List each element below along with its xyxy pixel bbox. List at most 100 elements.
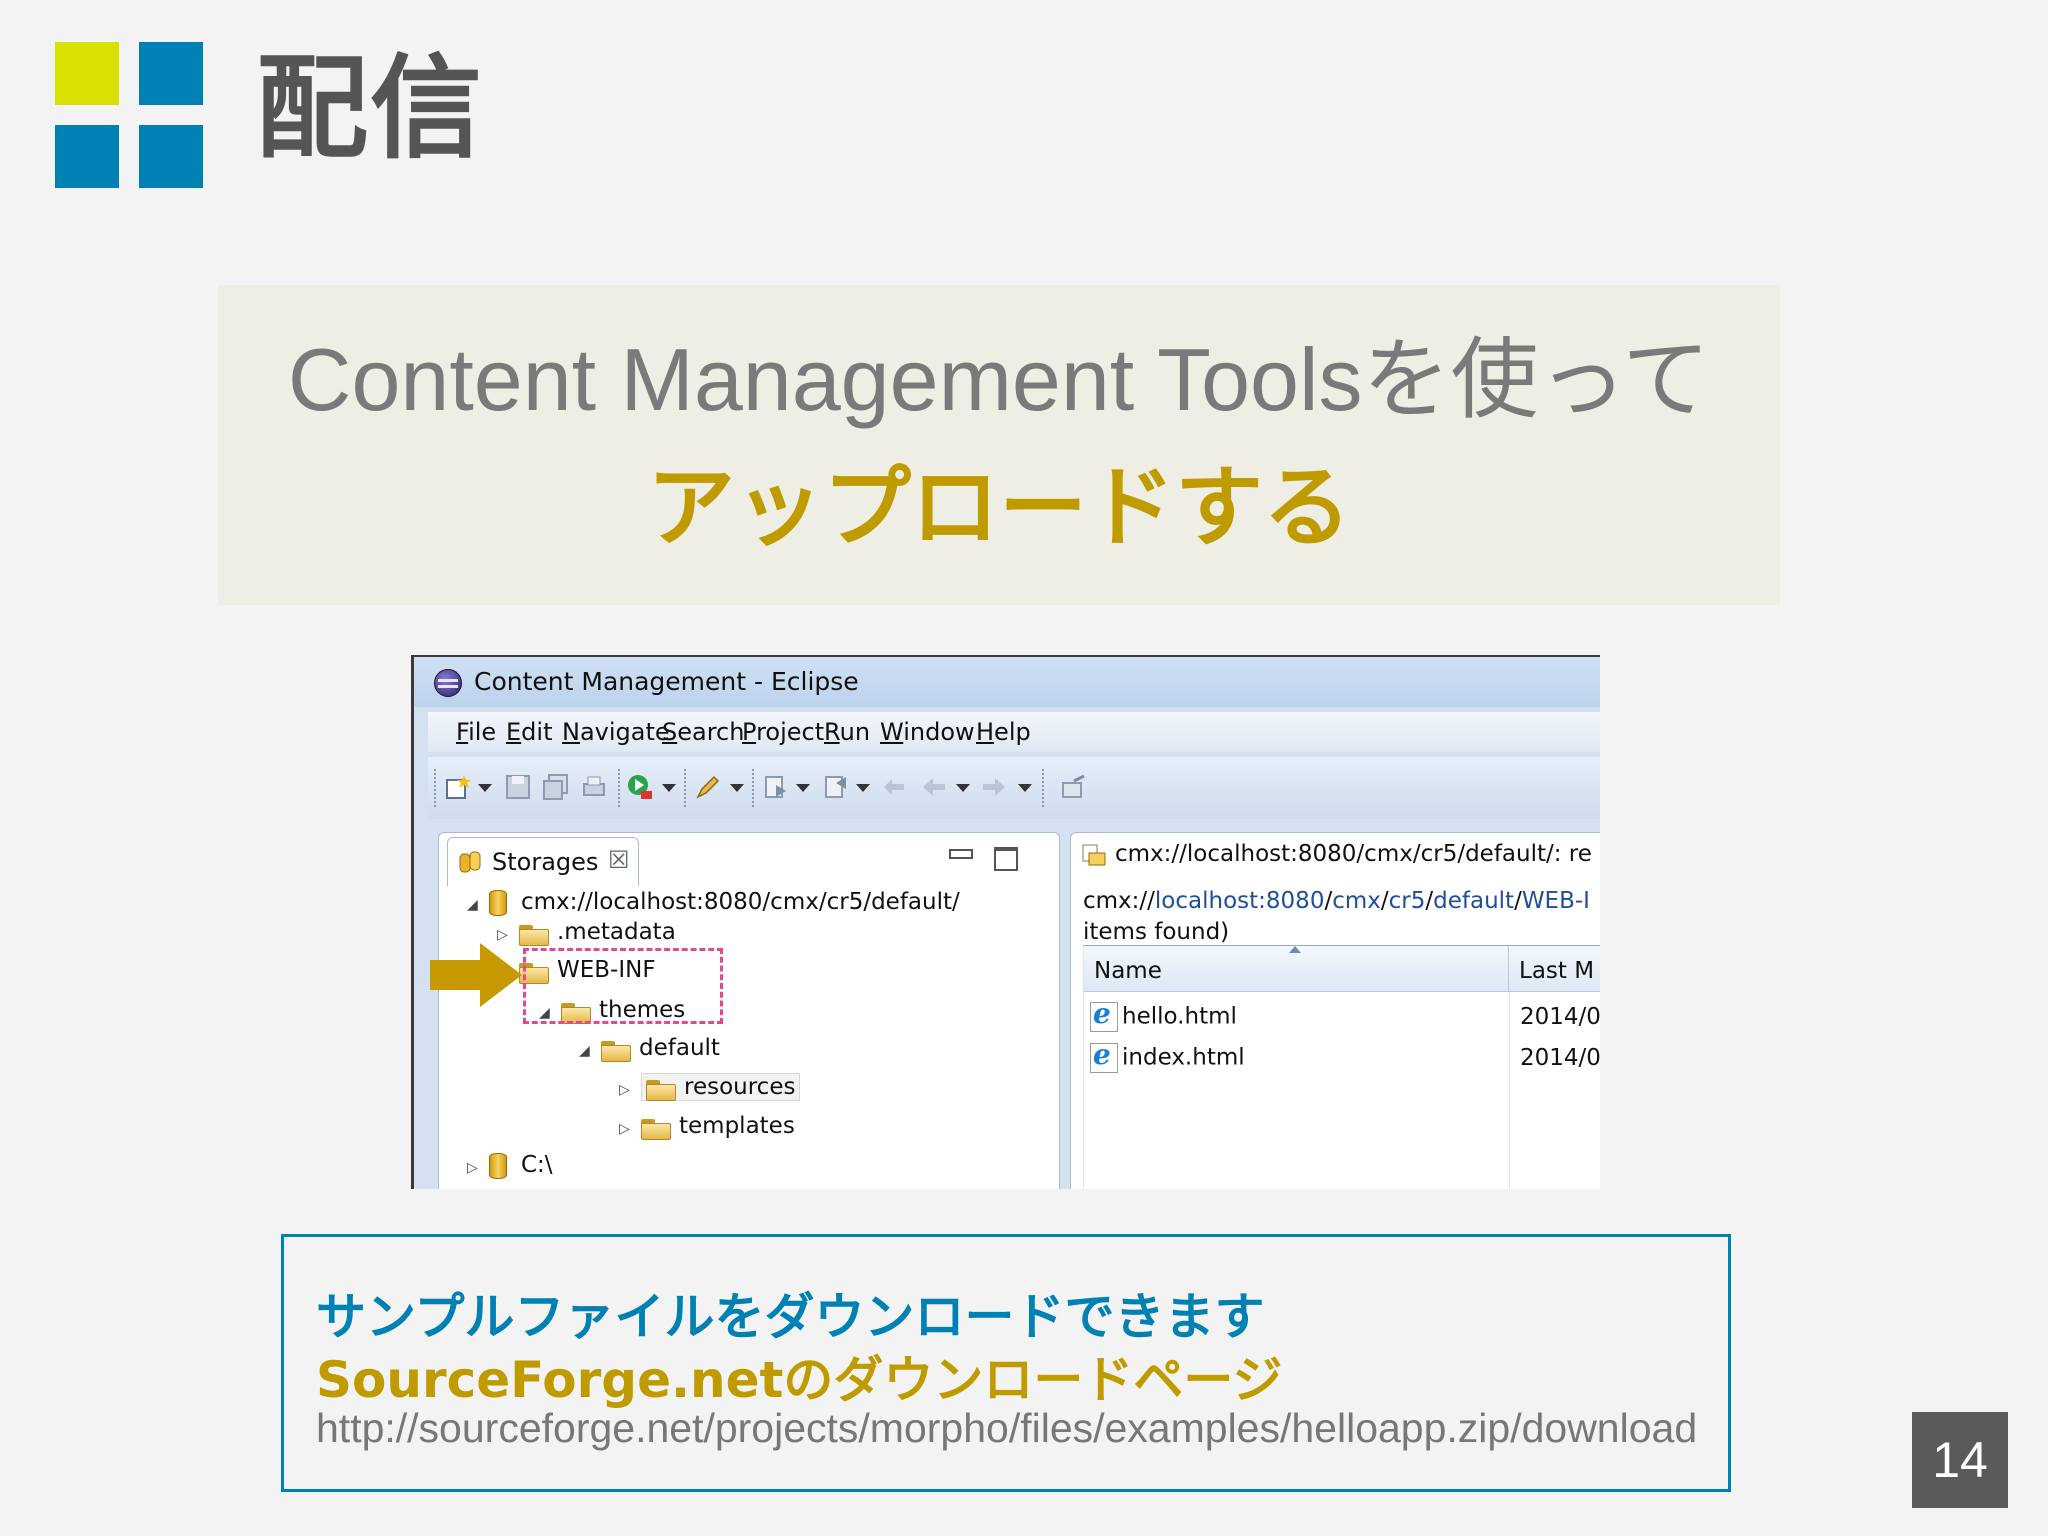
items-found-label: items found) xyxy=(1083,919,1230,945)
tree-node-default[interactable]: ◢ default xyxy=(579,1030,720,1066)
column-header-label: Last M xyxy=(1519,958,1595,984)
save-all-icon[interactable] xyxy=(542,773,570,801)
storages-tab[interactable]: Storages ☒ xyxy=(447,837,639,886)
logo-square-blue-3 xyxy=(139,125,203,188)
breadcrumb: cmx://localhost:8080/cmx/cr5/default/WEB… xyxy=(1083,888,1590,914)
breadcrumb-host-link[interactable]: localhost:8080 xyxy=(1155,888,1325,914)
collapse-toggle-icon[interactable]: ▷ xyxy=(619,1072,641,1108)
file-modified: 2014/0 xyxy=(1520,1004,1600,1030)
run-dropdown-icon[interactable] xyxy=(662,784,676,792)
pointer-arrow-icon xyxy=(430,943,522,1007)
tree-node-label: cmx://localhost:8080/cmx/cr5/default/ xyxy=(521,889,960,915)
logo-square-blue-1 xyxy=(139,42,203,105)
pin-icon[interactable] xyxy=(1060,773,1088,801)
back-dropdown-icon[interactable] xyxy=(956,784,970,792)
menu-edit[interactable]: Edit xyxy=(506,718,552,746)
tree-node-label: C:\ xyxy=(521,1152,553,1178)
breadcrumb-web-inf-link[interactable]: WEB-I xyxy=(1522,888,1590,914)
logo-square-blue-2 xyxy=(55,125,119,188)
file-modified: 2014/0 xyxy=(1520,1045,1600,1071)
headline-box: Content Management Toolsを使って アップロードする xyxy=(218,285,1780,605)
toolbar-separator xyxy=(752,769,756,807)
menu-file[interactable]: File xyxy=(456,718,496,746)
breadcrumb-cmx-link[interactable]: cmx xyxy=(1332,888,1381,914)
pencil-icon[interactable] xyxy=(694,773,722,801)
tree-node-label: resources xyxy=(684,1074,796,1100)
column-header-label: Name xyxy=(1094,958,1162,984)
menu-navigate[interactable]: Navigate xyxy=(562,718,670,746)
menu-run[interactable]: Run xyxy=(824,718,870,746)
forward-icon[interactable] xyxy=(980,773,1008,801)
tree-node-metadata[interactable]: ▷ .metadata xyxy=(497,914,676,950)
minimize-view-button[interactable] xyxy=(949,849,973,859)
tree-node-templates[interactable]: ▷ templates xyxy=(619,1108,795,1144)
menu-project[interactable]: Project xyxy=(742,718,824,746)
headline-line-1: Content Management Toolsを使って xyxy=(287,330,1711,429)
table-row[interactable]: hello.html xyxy=(1090,997,1237,1032)
info-sample-download: サンプルファイルをダウンロードできます xyxy=(316,1288,1265,1346)
storages-icon xyxy=(459,851,481,873)
forward-dropdown-icon[interactable] xyxy=(1018,784,1032,792)
close-icon[interactable]: ☒ xyxy=(608,846,630,874)
save-icon[interactable] xyxy=(504,773,532,801)
tree-node-label: templates xyxy=(679,1113,795,1139)
html-file-icon xyxy=(1090,1038,1118,1073)
menu-window[interactable]: Window xyxy=(880,718,975,746)
toolbar-separator xyxy=(684,769,688,807)
prev-annotation-icon[interactable] xyxy=(822,773,850,801)
breadcrumb-cr5-link[interactable]: cr5 xyxy=(1389,888,1426,914)
collapse-toggle-icon[interactable]: ▷ xyxy=(467,1150,489,1186)
new-dropdown-icon[interactable] xyxy=(478,784,492,792)
print-icon[interactable] xyxy=(580,773,608,801)
breadcrumb-default-link[interactable]: default xyxy=(1433,888,1514,914)
run-icon[interactable] xyxy=(626,773,654,801)
menu-help[interactable]: Help xyxy=(976,718,1031,746)
folder-tab-icon xyxy=(1082,844,1106,865)
highlight-dashed-box xyxy=(523,948,723,1024)
tree-node-resources[interactable]: ▷ resources xyxy=(619,1069,801,1108)
back-icon[interactable] xyxy=(920,773,948,801)
info-sourceforge-page: SourceForge.netのダウンロードページ xyxy=(316,1351,1283,1409)
slide-logo xyxy=(55,42,203,188)
pencil-dropdown-icon[interactable] xyxy=(730,784,744,792)
menu-search[interactable]: Search xyxy=(662,718,744,746)
next-annotation-icon[interactable] xyxy=(762,773,790,801)
new-wizard-icon[interactable] xyxy=(444,773,472,801)
column-header-name[interactable]: Name xyxy=(1084,946,1509,992)
collapse-toggle-icon[interactable]: ▷ xyxy=(619,1111,641,1147)
maximize-view-button[interactable] xyxy=(994,847,1018,871)
breadcrumb-separator: / xyxy=(1514,888,1522,914)
window-titlebar[interactable]: Content Management - Eclipse xyxy=(414,657,1600,707)
expand-toggle-icon[interactable]: ◢ xyxy=(579,1033,601,1069)
column-header-last-modified[interactable]: Last M xyxy=(1509,946,1600,992)
sort-ascending-icon xyxy=(1289,946,1301,953)
logo-square-yellow xyxy=(55,42,119,105)
page-title: 配信 xyxy=(256,44,484,174)
tree-node-label: default xyxy=(639,1035,720,1061)
window-title: Content Management - Eclipse xyxy=(474,667,859,696)
breadcrumb-separator: / xyxy=(1380,888,1389,914)
last-edit-icon[interactable] xyxy=(880,773,908,801)
download-url-link[interactable]: http://sourceforge.net/projects/morpho/f… xyxy=(316,1405,1697,1452)
content-view-title: cmx://localhost:8080/cmx/cr5/default/: r… xyxy=(1115,841,1592,867)
file-name: hello.html xyxy=(1122,1003,1237,1030)
content-view-header[interactable]: cmx://localhost:8080/cmx/cr5/default/: r… xyxy=(1081,841,1592,867)
breadcrumb-separator: / xyxy=(1425,888,1434,914)
html-file-icon xyxy=(1090,997,1118,1032)
tree-node-label: .metadata xyxy=(557,919,676,945)
toolbar-separator xyxy=(1042,769,1046,807)
next-annotation-dropdown-icon[interactable] xyxy=(796,784,810,792)
content-view: cmx://localhost:8080/cmx/cr5/default/: r… xyxy=(1070,832,1600,1189)
toolbar-separator xyxy=(618,769,622,807)
table-row[interactable]: index.html xyxy=(1090,1038,1245,1073)
toolbar-grip xyxy=(434,769,438,807)
eclipse-window: Content Management - Eclipse File Edit N… xyxy=(411,655,1600,1189)
tree-node-c-drive[interactable]: ▷ C:\ xyxy=(467,1147,553,1183)
storages-tree: ◢ cmx://localhost:8080/cmx/cr5/default/ ▷… xyxy=(439,883,1059,1189)
prev-annotation-dropdown-icon[interactable] xyxy=(856,784,870,792)
folder-icon xyxy=(519,922,549,946)
folder-icon xyxy=(641,1116,671,1140)
page-number: 14 xyxy=(1912,1412,2008,1508)
expand-toggle-icon[interactable]: ◢ xyxy=(467,887,489,923)
eclipse-icon xyxy=(434,669,462,697)
